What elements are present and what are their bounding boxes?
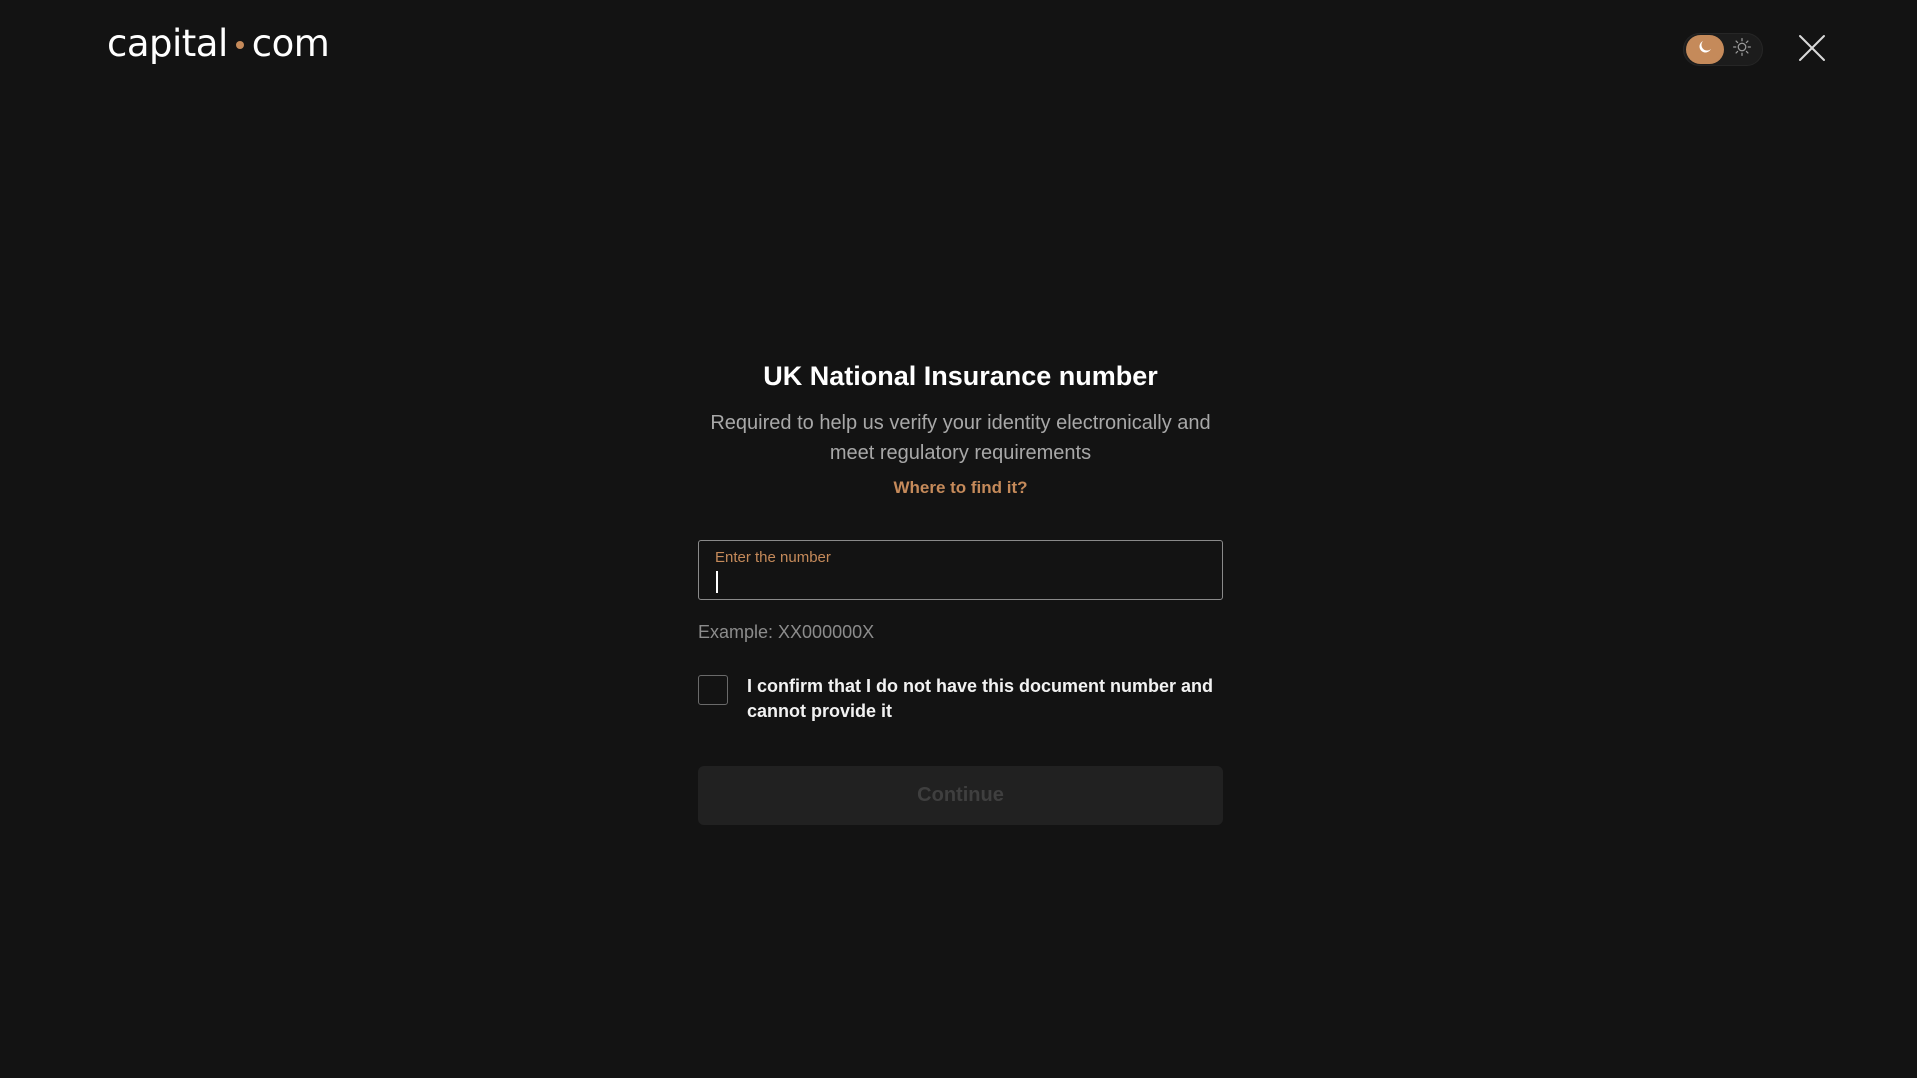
moon-icon <box>1696 38 1714 61</box>
no-document-checkbox[interactable] <box>698 675 728 705</box>
close-icon <box>1797 33 1827 68</box>
example-hint: Example: XX000000X <box>698 622 875 642</box>
ni-number-label: Enter the number <box>715 549 831 566</box>
text-caret <box>716 571 718 593</box>
theme-toggle[interactable] <box>1683 33 1763 66</box>
capital-com-logo[interactable]: capital com <box>107 22 330 65</box>
logo-text-right: com <box>251 22 330 65</box>
logo-dot <box>235 40 244 49</box>
ni-number-field[interactable]: Enter the number <box>698 540 1223 600</box>
page-title: UK National Insurance number <box>763 361 1158 391</box>
continue-button[interactable]: Continue <box>698 766 1223 825</box>
light-theme-option[interactable] <box>1724 35 1760 64</box>
where-to-find-link[interactable]: Where to find it? <box>893 478 1027 498</box>
form-heading: UK National Insurance number Required to… <box>698 356 1223 498</box>
ni-number-input[interactable] <box>715 569 1205 595</box>
page-subtitle: Required to help us verify your identity… <box>710 412 1211 464</box>
dark-theme-option[interactable] <box>1686 35 1724 64</box>
close-button[interactable] <box>1796 34 1828 66</box>
no-document-confirm-text[interactable]: I confirm that I do not have this docume… <box>747 674 1223 724</box>
page: capital com UK National Insurance number… <box>0 0 1917 1078</box>
sun-icon <box>1732 37 1752 62</box>
no-document-confirm-row[interactable]: I confirm that I do not have this docume… <box>698 674 1223 724</box>
logo-text-left: capital <box>107 22 228 65</box>
